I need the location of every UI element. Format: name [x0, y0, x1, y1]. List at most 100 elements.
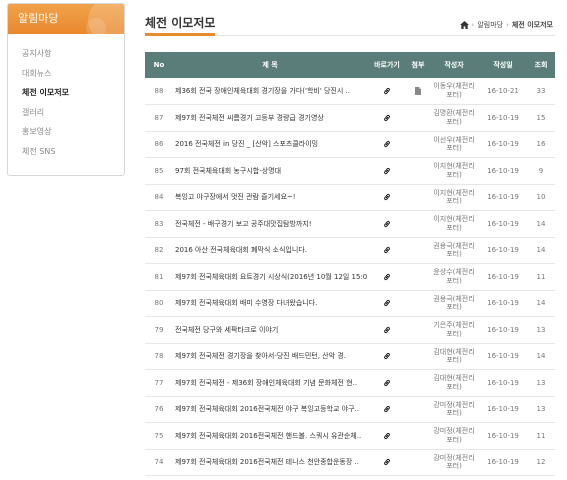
post-title-link[interactable]: 제97회 전국체육대회 2016전국체전 핸드볼. 스쿼시 유관순체.. — [173, 422, 367, 450]
author-name: 기은주(체전리 — [433, 321, 475, 329]
view-count: 14 — [527, 237, 555, 264]
table-row[interactable]: 83 전국체전 - 배구경기 보고 공주대맛집탐방까지! 이지현(체전리 포터) 16-… — [145, 210, 555, 238]
link-icon[interactable] — [383, 167, 391, 175]
author-cell: 윤상수(체전리 포터) — [429, 263, 479, 291]
view-count: 14 — [527, 290, 555, 317]
attachment-cell — [407, 343, 429, 370]
post-title-link[interactable]: 97회 전국체육대회 농구시합-상명대 — [173, 157, 367, 185]
post-title-link[interactable]: 2016 아산 전국체육대회 폐막식 소식입니다. — [173, 237, 367, 264]
sidebar-menu: 공지사항 대회뉴스 체전 이모저모 갤러리 홍보영상 체전 SNS — [8, 34, 124, 161]
author-role: 포터) — [446, 303, 462, 312]
link-icon[interactable] — [383, 405, 391, 413]
post-title-link[interactable]: 제97회 전국체전 씨름경기 고등부 경량급 경기영상 — [173, 104, 367, 132]
shortcut-cell — [367, 131, 407, 158]
author-cell: 김대현(체전리 포터) — [429, 369, 479, 397]
post-title-link[interactable]: 2016 전국체전 in 당진 _ [산악] 스포츠클라이밍 — [173, 131, 367, 158]
table-row[interactable]: 84 복잉고 야구장에서 멋진 관람 즐기세요~! 이지현(체전리 포터) 16-10-… — [145, 184, 555, 211]
link-icon[interactable] — [383, 273, 391, 281]
author-role: 포터) — [446, 409, 462, 418]
view-count: 14 — [527, 343, 555, 370]
breadcrumb-separator-icon: › — [471, 21, 475, 29]
table-row[interactable]: 80 제97회 전국체육대회 배미 수영장 다녀왔습니다. 권용극(체전리 포터) 16… — [145, 290, 555, 317]
link-icon[interactable] — [383, 140, 391, 148]
post-date: 16-10-19 — [479, 290, 527, 317]
link-icon[interactable] — [383, 352, 391, 360]
shortcut-cell — [367, 449, 407, 476]
attachment-cell — [407, 237, 429, 264]
table-row[interactable]: 74 제97회 전국체육대회 2016전국체전 테니스 천안종합운동장 .. 강미정… — [145, 449, 555, 476]
post-title-link[interactable]: 제36회 전국 장애인체육대회 경기장을 가다('학비' 당진시 .. — [173, 78, 367, 105]
link-icon[interactable] — [383, 87, 391, 95]
author-name: 이지현(체전리 — [433, 188, 475, 197]
table-row[interactable]: 77 제97회 전국체전 - 제36회 장애인체육대회 기념 문화체전 현.. 김대… — [145, 369, 555, 397]
attachment-cell — [407, 290, 429, 317]
author-name: 이지현(체전리 — [433, 162, 475, 170]
table-row[interactable]: 79 전국체전 당구와 세팍타크로 이야기 기은주(체전리 포터) 16-10-19 13 — [145, 316, 555, 344]
shortcut-cell — [367, 78, 407, 105]
attachment-cell — [407, 131, 429, 158]
column-header-author: 작성자 — [429, 52, 479, 78]
author-cell: 김명환(체전리 포터) — [429, 104, 479, 132]
post-title-link[interactable]: 제97회 전국체육대회 2016전국체전 야구 복잉고등학교 야구.. — [173, 396, 367, 423]
post-date: 16-10-19 — [479, 263, 527, 291]
column-header-shortcut: 바로가기 — [367, 52, 407, 78]
sidebar-item-videos[interactable]: 홍보영상 — [8, 122, 124, 142]
sidebar-item-notice[interactable]: 공지사항 — [8, 44, 124, 64]
breadcrumb-item-current: 체전 이모저모 — [511, 21, 553, 29]
shortcut-cell — [367, 210, 407, 238]
post-title-link[interactable]: 전국체전 - 배구경기 보고 공주대맛집탐방까지! — [173, 210, 367, 238]
sidebar-decoration-small — [86, 18, 106, 34]
post-title-link[interactable]: 전국체전 당구와 세팍타크로 이야기 — [173, 316, 367, 344]
shortcut-cell — [367, 422, 407, 450]
table-row[interactable]: 82 2016 아산 전국체육대회 폐막식 소식입니다. 권용극(체전리 포터) 16-… — [145, 237, 555, 264]
post-title-link[interactable]: 복잉고 야구장에서 멋진 관람 즐기세요~! — [173, 184, 367, 211]
post-date: 16-10-21 — [479, 78, 527, 105]
link-icon[interactable] — [383, 432, 391, 440]
post-title-link[interactable]: 제97회 전국체전 경기장을 찾아서-당진 배드민턴, 산악 경. — [173, 343, 367, 370]
shortcut-cell — [367, 104, 407, 132]
author-cell: 김대현(체전리 포터) — [429, 343, 479, 370]
table-header-row: No 제 목 바로가기 첨부 작성자 작성일 조회 — [145, 52, 555, 78]
post-title-link[interactable]: 제97회 전국체육대회 요트경기 시상식(2016년 10월 12일 15:00… — [173, 263, 367, 291]
post-date: 16-10-19 — [479, 237, 527, 264]
table-row[interactable]: 88 제36회 전국 장애인체육대회 경기장을 가다('학비' 당진시 .. 이동우… — [145, 78, 555, 105]
view-count: 13 — [527, 396, 555, 423]
file-icon[interactable] — [415, 87, 421, 95]
table-row[interactable]: 81 제97회 전국체육대회 요트경기 시상식(2016년 10월 12일 15:… — [145, 263, 555, 291]
sidebar-item-gallery[interactable]: 갤러리 — [8, 103, 124, 123]
attachment-cell — [407, 449, 429, 476]
link-icon[interactable] — [383, 246, 391, 254]
breadcrumb-item-parent[interactable]: 알림마당 — [477, 20, 503, 30]
sidebar-item-sketches[interactable]: 체전 이모저모 — [8, 83, 124, 103]
table-row[interactable]: 76 제97회 전국체육대회 2016전국체전 야구 복잉고등학교 야구.. 강미정… — [145, 396, 555, 423]
post-title-link[interactable]: 제97회 전국체육대회 2016전국체전 테니스 천안종합운동장 .. — [173, 449, 367, 476]
author-name: 강미정(체전리 — [433, 400, 475, 409]
link-icon[interactable] — [383, 193, 391, 201]
post-date: 16-10-19 — [479, 316, 527, 344]
post-date: 16-10-19 — [479, 396, 527, 423]
link-icon[interactable] — [383, 326, 391, 334]
table-row[interactable]: 75 제97회 전국체육대회 2016전국체전 핸드볼. 스쿼시 유관순체.. 강미… — [145, 422, 555, 450]
author-cell: 권용극(체전리 포터) — [429, 290, 479, 317]
table-row[interactable]: 78 제97회 전국체전 경기장을 찾아서-당진 배드민턴, 산악 경. 김대현(체… — [145, 343, 555, 370]
view-count: 33 — [527, 78, 555, 105]
post-title-link[interactable]: 제97회 전국체육대회 배미 수영장 다녀왔습니다. — [173, 290, 367, 317]
link-icon[interactable] — [383, 458, 391, 466]
table-row[interactable]: 87 제97회 전국체전 씨름경기 고등부 경량급 경기영상 김명환(체전리 포터) 1… — [145, 104, 555, 132]
link-icon[interactable] — [383, 114, 391, 122]
post-title-link[interactable]: 제97회 전국체전 - 제36회 장애인체육대회 기념 문화체전 현.. — [173, 369, 367, 397]
post-date: 16-10-19 — [479, 184, 527, 211]
home-icon[interactable] — [459, 21, 469, 29]
sidebar-item-news[interactable]: 대회뉴스 — [8, 64, 124, 84]
table-row[interactable]: 86 2016 전국체전 in 당진 _ [산악] 스포츠클라이밍 이선우(체전리 포… — [145, 131, 555, 158]
link-icon[interactable] — [383, 220, 391, 228]
table-row[interactable]: 85 97회 전국체육대회 농구시합-상명대 이지현(체전리 포터) 16-10-19 9 — [145, 157, 555, 185]
attachment-cell — [407, 157, 429, 185]
attachment-cell — [407, 369, 429, 397]
link-icon[interactable] — [383, 379, 391, 387]
link-icon[interactable] — [383, 299, 391, 307]
author-cell: 이지현(체전리 포터) — [429, 157, 479, 185]
attachment-cell — [407, 210, 429, 238]
sidebar-item-sns[interactable]: 체전 SNS — [8, 142, 124, 162]
sidebar-title: 알림마당 — [8, 4, 124, 34]
